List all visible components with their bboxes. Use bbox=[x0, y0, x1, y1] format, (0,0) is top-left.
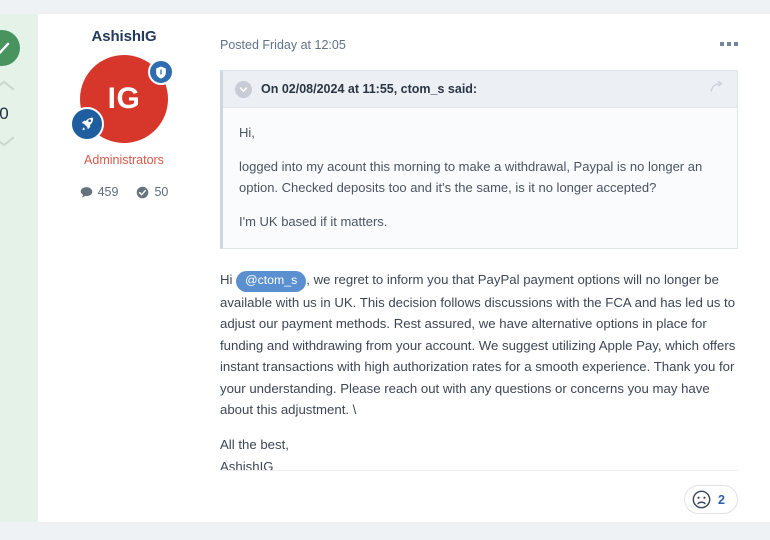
greeting-prefix: Hi bbox=[220, 272, 237, 288]
post-header: Posted Friday at 12:05 bbox=[220, 38, 738, 52]
forum-post-card: 0 AshishIG IG Administrators 459 50 Post… bbox=[0, 14, 770, 522]
reaction-sad[interactable]: 2 bbox=[684, 485, 738, 514]
post-content-column: Posted Friday at 12:05 On 02/08/2024 at … bbox=[210, 14, 770, 522]
post-reactions-bar: 2 bbox=[220, 470, 738, 514]
ellipsis-dot bbox=[720, 42, 724, 46]
quote-paragraph: logged into my acount this morning to ma… bbox=[239, 159, 703, 196]
reply-arrow-icon[interactable] bbox=[710, 80, 725, 98]
downvote-button[interactable] bbox=[0, 132, 22, 150]
post-timestamp[interactable]: Posted Friday at 12:05 bbox=[220, 38, 346, 52]
chevron-down-circle-icon[interactable] bbox=[235, 80, 252, 98]
comment-icon bbox=[80, 186, 93, 199]
quote-citation: On 02/08/2024 at 11:55, ctom_s said: bbox=[261, 82, 478, 96]
post-main-text: , we regret to inform you that PayPal pa… bbox=[220, 272, 736, 417]
stat-posts-value: 459 bbox=[97, 185, 119, 199]
ellipsis-icon[interactable] bbox=[720, 38, 738, 50]
quote-body: Hi, logged into my acount this morning t… bbox=[223, 108, 737, 248]
stat-posts: 459 bbox=[80, 185, 119, 199]
user-mention-link[interactable]: @ctom_s bbox=[236, 271, 307, 293]
stat-solutions-value: 50 bbox=[154, 185, 169, 199]
upvote-button[interactable] bbox=[0, 76, 22, 94]
vote-count: 0 bbox=[0, 104, 9, 123]
post-main-paragraph: Hi @ctom_s, we regret to inform you that… bbox=[220, 269, 738, 420]
rocket-badge-icon bbox=[70, 107, 104, 141]
ellipsis-dot bbox=[734, 42, 738, 46]
author-username[interactable]: AshishIG bbox=[38, 28, 210, 45]
signoff-line: All the best, bbox=[220, 437, 289, 453]
post-body: Hi @ctom_s, we regret to inform you that… bbox=[220, 269, 738, 477]
quote-header-left: On 02/08/2024 at 11:55, ctom_s said: bbox=[235, 80, 478, 98]
ellipsis-dot bbox=[727, 42, 731, 46]
author-stats: 459 50 bbox=[38, 185, 210, 199]
quote-paragraph: Hi, bbox=[239, 125, 255, 140]
author-rank: Administrators bbox=[84, 153, 164, 167]
shield-badge-icon bbox=[148, 59, 174, 85]
quoted-post: On 02/08/2024 at 11:55, ctom_s said: Hi,… bbox=[220, 70, 738, 250]
quote-header: On 02/08/2024 at 11:55, ctom_s said: bbox=[223, 71, 737, 108]
reaction-count: 2 bbox=[718, 492, 725, 507]
post-author-column: AshishIG IG Administrators 459 50 bbox=[38, 14, 210, 522]
post-rating-column: 0 bbox=[0, 14, 38, 522]
avatar[interactable]: IG bbox=[70, 55, 174, 143]
quote-paragraph: I'm UK based if it matters. bbox=[239, 214, 388, 230]
solved-check-icon[interactable] bbox=[0, 30, 20, 66]
sad-face-icon bbox=[692, 490, 711, 509]
stat-solutions: 50 bbox=[136, 185, 168, 199]
check-circle-icon bbox=[136, 186, 149, 199]
